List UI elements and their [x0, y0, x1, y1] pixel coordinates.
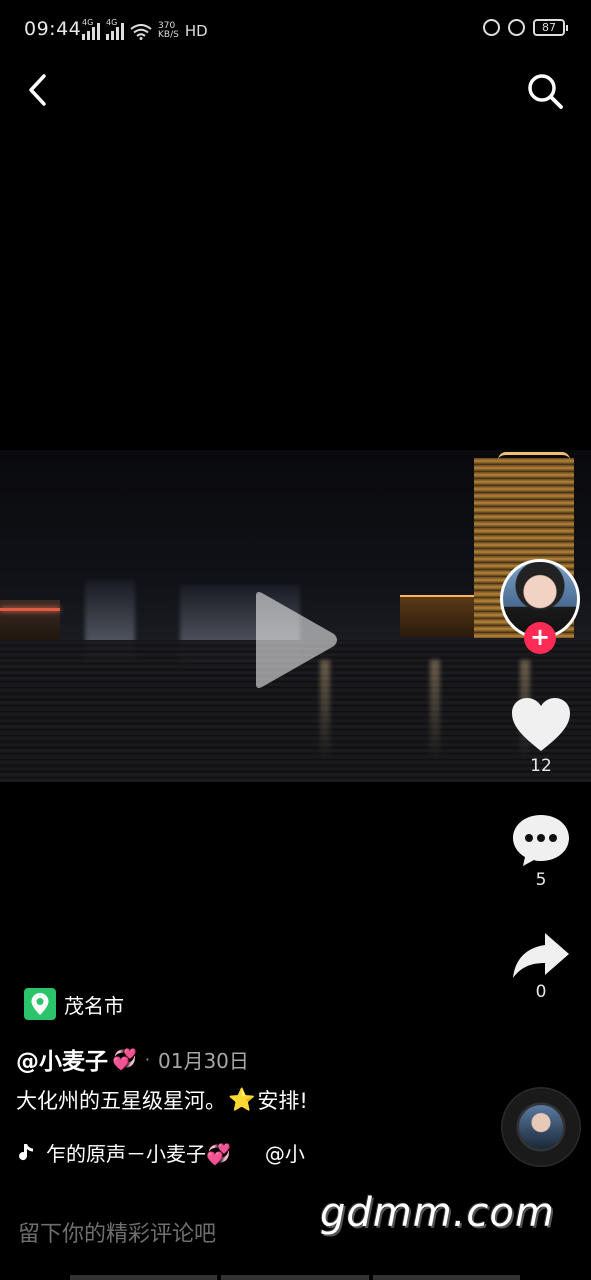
watermark: gdmm.com [320, 1190, 555, 1236]
music-disc-cover [519, 1105, 563, 1149]
network-indicators: 4G 4G 370 KB/S HD [82, 18, 208, 40]
signal-icon: 4G [106, 18, 124, 40]
music-disc[interactable] [501, 1087, 581, 1167]
network-type-1: 4G [82, 18, 94, 27]
comment-icon [513, 815, 569, 866]
clock: 09:44 [24, 18, 82, 40]
status-right: 87 [483, 19, 568, 36]
music-info[interactable]: 乍的原声－小麦子💞 @小 [16, 1138, 305, 1167]
battery-icon: 87 [533, 19, 568, 36]
share-button[interactable]: 0 [506, 930, 576, 1002]
location-pin-icon [24, 988, 56, 1020]
music-note-icon [19, 1143, 33, 1160]
post-date: 01月30日 [158, 1048, 249, 1073]
post-caption: 大化州的五星级星河。 ⭐ 安排! [16, 1085, 308, 1115]
network-type-2: 4G [106, 18, 118, 27]
comment-input[interactable]: 留下你的精彩评论吧 [18, 1216, 308, 1250]
alarm-icon [508, 19, 525, 36]
author-line: @小麦子 💞 · 01月30日 [16, 1042, 249, 1076]
signal-icon: 4G [82, 18, 100, 40]
chevron-left-icon [29, 74, 46, 106]
caption-text-end: 安排! [257, 1089, 308, 1113]
bottom-tab-strip [70, 1275, 520, 1280]
comment-count: 5 [535, 870, 547, 890]
follow-button[interactable]: + [524, 622, 556, 654]
comment-button[interactable]: 5 [506, 812, 576, 890]
heart-icon [512, 698, 570, 751]
search-button[interactable] [524, 70, 566, 112]
city-lights-left [0, 600, 60, 642]
wifi-icon [130, 24, 152, 40]
caption-text: 大化州的五星级星河。 [16, 1089, 226, 1113]
star-emoji: ⭐ [228, 1087, 256, 1113]
back-button[interactable] [22, 70, 58, 110]
data-saver-icon [483, 19, 500, 36]
status-bar: 09:44 4G 4G 370 KB/S HD 87 [0, 0, 591, 60]
music-title: 乍的原声－小麦子💞 [46, 1142, 231, 1166]
location-tag[interactable]: 茂名市 [24, 988, 124, 1020]
location-label: 茂名市 [64, 993, 124, 1018]
network-speed: 370 KB/S [158, 22, 179, 40]
video-player-screen: 09:44 4G 4G 370 KB/S HD 87 + 12 5 0 茂名市 … [0, 0, 591, 1280]
hotel-tower-top [498, 452, 570, 471]
share-count: 0 [535, 982, 547, 1002]
music-mention: @小 [264, 1142, 305, 1166]
like-button[interactable]: 12 [506, 696, 576, 776]
heart-emoji: 💞 [112, 1047, 137, 1071]
like-count: 12 [530, 756, 552, 776]
share-arrow-icon [513, 933, 569, 978]
author-name[interactable]: @小麦子 [16, 1042, 108, 1076]
search-icon [528, 74, 563, 109]
speed-unit: KB/S [158, 30, 179, 40]
hd-indicator: HD [184, 22, 208, 40]
separator-dot: · [144, 1049, 150, 1069]
light-reflection [430, 660, 440, 760]
play-icon[interactable] [250, 588, 340, 692]
